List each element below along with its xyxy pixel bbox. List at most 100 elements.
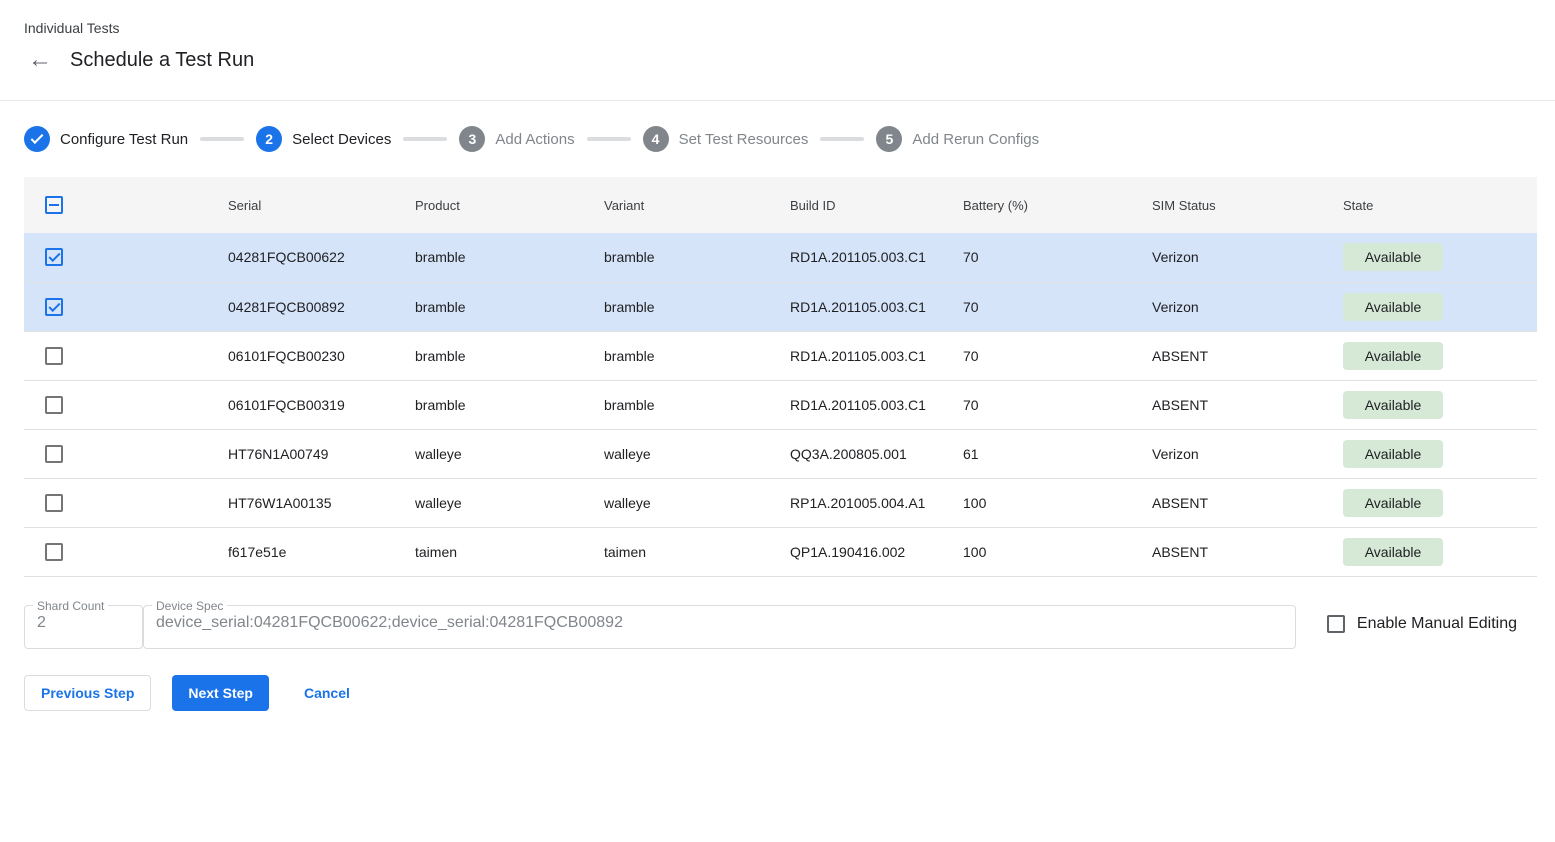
- cell-product: bramble: [415, 380, 604, 429]
- cell-product: walleye: [415, 429, 604, 478]
- device-spec-field[interactable]: Device Spec device_serial:04281FQCB00622…: [143, 599, 1296, 649]
- status-badge: Available: [1343, 489, 1443, 517]
- step-connector: [820, 137, 864, 141]
- cell-variant: walleye: [604, 429, 790, 478]
- cell-battery: 70: [963, 233, 1152, 282]
- step-label: Select Devices: [292, 131, 391, 148]
- cell-sim-status: Verizon: [1152, 429, 1343, 478]
- shard-count-field[interactable]: Shard Count 2: [24, 599, 143, 649]
- cell-variant: bramble: [604, 233, 790, 282]
- column-header-sim-status: SIM Status: [1152, 177, 1343, 233]
- cell-product: walleye: [415, 478, 604, 527]
- status-badge: Available: [1343, 440, 1443, 468]
- step-connector: [200, 137, 244, 141]
- column-header-build-id: Build ID: [790, 177, 963, 233]
- cell-serial: f617e51e: [228, 527, 415, 576]
- cell-build-id: RD1A.201105.003.C1: [790, 331, 963, 380]
- column-header-serial: Serial: [228, 177, 415, 233]
- step-connector: [403, 137, 447, 141]
- step-label: Set Test Resources: [679, 131, 809, 148]
- row-checkbox[interactable]: [45, 543, 63, 561]
- cell-serial: HT76W1A00135: [228, 478, 415, 527]
- cancel-button[interactable]: Cancel: [288, 675, 366, 711]
- cell-build-id: RD1A.201105.003.C1: [790, 233, 963, 282]
- shard-count-value: 2: [37, 614, 142, 632]
- actions-bar: Previous Step Next Step Cancel: [24, 675, 1531, 711]
- row-checkbox[interactable]: [45, 445, 63, 463]
- cell-build-id: RD1A.201105.003.C1: [790, 380, 963, 429]
- row-checkbox[interactable]: [45, 396, 63, 414]
- cell-serial: 04281FQCB00892: [228, 282, 415, 331]
- shard-count-label: Shard Count: [33, 599, 108, 613]
- cell-build-id: RD1A.201105.003.C1: [790, 282, 963, 331]
- cell-sim-status: ABSENT: [1152, 527, 1343, 576]
- select-all-checkbox[interactable]: [45, 196, 63, 214]
- step-add-actions[interactable]: 3 Add Actions: [459, 126, 574, 152]
- cell-build-id: RP1A.201005.004.A1: [790, 478, 963, 527]
- column-header-variant: Variant: [604, 177, 790, 233]
- step-connector: [587, 137, 631, 141]
- arrow-back-icon[interactable]: ←: [28, 48, 52, 72]
- table-row[interactable]: 06101FQCB00319 bramble bramble RD1A.2011…: [24, 380, 1537, 429]
- device-table: Serial Product Variant Build ID Battery …: [24, 177, 1537, 577]
- status-badge: Available: [1343, 391, 1443, 419]
- column-header-state: State: [1343, 177, 1537, 233]
- step-set-test-resources[interactable]: 4 Set Test Resources: [643, 126, 809, 152]
- next-step-button[interactable]: Next Step: [172, 675, 269, 711]
- cell-build-id: QQ3A.200805.001: [790, 429, 963, 478]
- step-number: 2: [256, 126, 282, 152]
- enable-manual-editing[interactable]: Enable Manual Editing: [1327, 615, 1517, 633]
- status-badge: Available: [1343, 538, 1443, 566]
- row-checkbox[interactable]: [45, 347, 63, 365]
- manual-editing-checkbox[interactable]: [1327, 615, 1345, 633]
- status-badge: Available: [1343, 293, 1443, 321]
- row-checkbox[interactable]: [45, 494, 63, 512]
- page-header: Individual Tests ← Schedule a Test Run: [0, 0, 1555, 101]
- breadcrumb: Individual Tests: [24, 20, 1531, 36]
- step-label: Add Rerun Configs: [912, 131, 1039, 148]
- step-select-devices[interactable]: 2 Select Devices: [256, 126, 391, 152]
- check-icon: [31, 131, 44, 144]
- cell-variant: bramble: [604, 331, 790, 380]
- stepper: Configure Test Run 2 Select Devices 3 Ad…: [0, 101, 1555, 177]
- table-row[interactable]: 06101FQCB00230 bramble bramble RD1A.2011…: [24, 331, 1537, 380]
- cell-battery: 70: [963, 380, 1152, 429]
- row-checkbox[interactable]: [45, 248, 63, 266]
- cell-serial: HT76N1A00749: [228, 429, 415, 478]
- table-row[interactable]: HT76W1A00135 walleye walleye RP1A.201005…: [24, 478, 1537, 527]
- table-row[interactable]: 04281FQCB00622 bramble bramble RD1A.2011…: [24, 233, 1537, 282]
- table-row[interactable]: f617e51e taimen taimen QP1A.190416.002 1…: [24, 527, 1537, 576]
- cell-variant: taimen: [604, 527, 790, 576]
- cell-serial: 04281FQCB00622: [228, 233, 415, 282]
- cell-sim-status: Verizon: [1152, 233, 1343, 282]
- previous-step-button[interactable]: Previous Step: [24, 675, 151, 711]
- cell-battery: 61: [963, 429, 1152, 478]
- cell-product: bramble: [415, 282, 604, 331]
- cell-sim-status: ABSENT: [1152, 380, 1343, 429]
- device-spec-value: device_serial:04281FQCB00622;device_seri…: [156, 614, 1295, 632]
- form-row: Shard Count 2 Device Spec device_serial:…: [24, 599, 1531, 649]
- cell-sim-status: ABSENT: [1152, 478, 1343, 527]
- cell-build-id: QP1A.190416.002: [790, 527, 963, 576]
- cell-product: bramble: [415, 331, 604, 380]
- table-row[interactable]: HT76N1A00749 walleye walleye QQ3A.200805…: [24, 429, 1537, 478]
- step-number: 4: [643, 126, 669, 152]
- step-add-rerun-configs[interactable]: 5 Add Rerun Configs: [876, 126, 1039, 152]
- step-label: Configure Test Run: [60, 131, 188, 148]
- cell-serial: 06101FQCB00319: [228, 380, 415, 429]
- table-row[interactable]: 04281FQCB00892 bramble bramble RD1A.2011…: [24, 282, 1537, 331]
- cell-variant: walleye: [604, 478, 790, 527]
- cell-variant: bramble: [604, 282, 790, 331]
- step-number: 5: [876, 126, 902, 152]
- cell-battery: 100: [963, 478, 1152, 527]
- cell-serial: 06101FQCB00230: [228, 331, 415, 380]
- step-completed-circle: [24, 126, 50, 152]
- step-label: Add Actions: [495, 131, 574, 148]
- step-configure-test-run[interactable]: Configure Test Run: [24, 126, 188, 152]
- row-checkbox[interactable]: [45, 298, 63, 316]
- device-spec-label: Device Spec: [152, 599, 227, 613]
- manual-editing-label: Enable Manual Editing: [1357, 615, 1517, 633]
- cell-battery: 70: [963, 331, 1152, 380]
- page-title: Schedule a Test Run: [70, 49, 254, 72]
- table-header-row: Serial Product Variant Build ID Battery …: [24, 177, 1537, 233]
